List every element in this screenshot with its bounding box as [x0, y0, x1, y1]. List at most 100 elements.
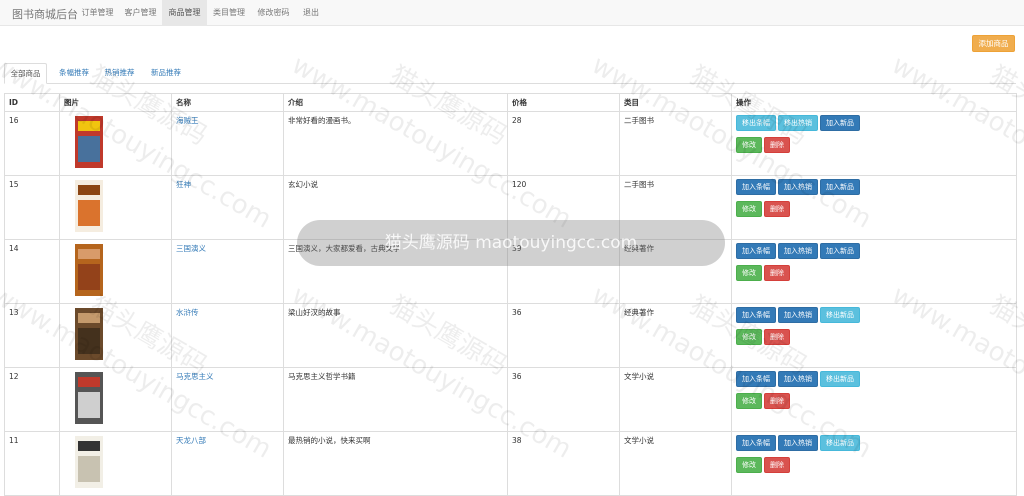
products-table: ID 图片 名称 介绍 价格 类目 操作 16海贼王非常好看的漫画书。28二手图… [4, 93, 1017, 496]
cover-illustration [78, 392, 100, 418]
cover-title-band [78, 313, 100, 323]
header-intro: 介绍 [284, 94, 508, 112]
cell-actions: 加入条幅加入热销加入新品修改删除 [732, 240, 1017, 304]
recommend-button[interactable]: 加入条幅 [736, 179, 776, 195]
product-name-link[interactable]: 狂神 [176, 180, 191, 189]
brand-title[interactable]: 图书商城后台 [12, 6, 78, 22]
recommend-button[interactable]: 加入条幅 [736, 243, 776, 259]
nav-customers[interactable]: 客户管理 [119, 0, 162, 25]
delete-button[interactable]: 删除 [764, 329, 790, 345]
add-product-button[interactable]: 添加商品 [972, 35, 1015, 52]
table-row: 11天龙八部最热销的小说，快来买啊38文学小说加入条幅加入热销移出新品修改删除 [5, 432, 1017, 496]
cell-actions: 加入条幅加入热销移出新品修改删除 [732, 304, 1017, 368]
cover-illustration [78, 200, 100, 226]
delete-button[interactable]: 删除 [764, 201, 790, 217]
cover-illustration [78, 456, 100, 482]
product-name-link[interactable]: 天龙八部 [176, 436, 206, 445]
cell-image [60, 112, 172, 176]
recommend-button[interactable]: 加入热销 [778, 179, 818, 195]
header-name: 名称 [172, 94, 284, 112]
header-category: 类目 [620, 94, 732, 112]
table-row: 13水浒传梁山好汉的故事36经典著作加入条幅加入热销移出新品修改删除 [5, 304, 1017, 368]
cell-category: 文学小说 [620, 368, 732, 432]
cell-image [60, 176, 172, 240]
cell-image [60, 432, 172, 496]
product-name-link[interactable]: 三国演义 [176, 244, 206, 253]
recommend-button[interactable]: 加入新品 [820, 179, 860, 195]
product-name-link[interactable]: 水浒传 [176, 308, 199, 317]
table-row: 16海贼王非常好看的漫画书。28二手图书移出条幅移出热销加入新品修改删除 [5, 112, 1017, 176]
cell-name: 马克思主义 [172, 368, 284, 432]
nav-products[interactable]: 商品管理 [162, 0, 207, 25]
cell-id: 11 [5, 432, 60, 496]
recommend-button[interactable]: 加入热销 [778, 435, 818, 451]
edit-button[interactable]: 修改 [736, 265, 762, 281]
recommend-button[interactable]: 加入热销 [778, 243, 818, 259]
watermark-pill: 猫头鹰源码 maotouyingcc.com [297, 220, 725, 266]
cell-name: 三国演义 [172, 240, 284, 304]
cell-price: 36 [508, 368, 620, 432]
nav-change-password[interactable]: 修改密码 [251, 0, 296, 25]
table-header-row: ID 图片 名称 介绍 价格 类目 操作 [5, 94, 1017, 112]
recommend-button[interactable]: 加入条幅 [736, 371, 776, 387]
nav-logout[interactable]: 退出 [296, 0, 326, 25]
cell-actions: 加入条幅加入热销移出新品修改删除 [732, 368, 1017, 432]
cell-id: 13 [5, 304, 60, 368]
delete-button[interactable]: 删除 [764, 265, 790, 281]
recommend-button[interactable]: 移出新品 [820, 371, 860, 387]
product-name-link[interactable]: 马克思主义 [176, 372, 214, 381]
book-cover-image [67, 180, 107, 232]
recommend-button[interactable]: 加入条幅 [736, 307, 776, 323]
tab-all-products[interactable]: 全部商品 [4, 63, 47, 84]
header-actions: 操作 [732, 94, 1017, 112]
recommend-button[interactable]: 加入新品 [820, 243, 860, 259]
cell-name: 天龙八部 [172, 432, 284, 496]
cell-price: 36 [508, 304, 620, 368]
edit-button[interactable]: 修改 [736, 393, 762, 409]
edit-button[interactable]: 修改 [736, 137, 762, 153]
edit-button[interactable]: 修改 [736, 201, 762, 217]
cell-actions: 加入条幅加入热销加入新品修改删除 [732, 176, 1017, 240]
cell-category: 文学小说 [620, 432, 732, 496]
cell-category: 二手图书 [620, 112, 732, 176]
cell-name: 水浒传 [172, 304, 284, 368]
recommend-button[interactable]: 移出热销 [778, 115, 818, 131]
recommend-button[interactable]: 加入热销 [778, 307, 818, 323]
cell-actions: 移出条幅移出热销加入新品修改删除 [732, 112, 1017, 176]
edit-button[interactable]: 修改 [736, 457, 762, 473]
cell-name: 狂神 [172, 176, 284, 240]
cover-title-band [78, 249, 100, 259]
recommend-button[interactable]: 移出新品 [820, 435, 860, 451]
header-image: 图片 [60, 94, 172, 112]
delete-button[interactable]: 删除 [764, 137, 790, 153]
recommend-button[interactable]: 移出条幅 [736, 115, 776, 131]
cover-title-band [78, 185, 100, 195]
cell-id: 12 [5, 368, 60, 432]
cell-actions: 加入条幅加入热销移出新品修改删除 [732, 432, 1017, 496]
cell-price: 38 [508, 432, 620, 496]
nav-categories[interactable]: 类目管理 [207, 0, 251, 25]
recommend-button[interactable]: 加入热销 [778, 371, 818, 387]
nav-orders[interactable]: 订单管理 [76, 0, 119, 25]
cover-illustration [78, 264, 100, 290]
cell-name: 海贼王 [172, 112, 284, 176]
cell-intro: 马克思主义哲学书籍 [284, 368, 508, 432]
cell-id: 15 [5, 176, 60, 240]
cover-illustration [78, 136, 100, 162]
recommend-button[interactable]: 移出新品 [820, 307, 860, 323]
delete-button[interactable]: 删除 [764, 457, 790, 473]
product-name-link[interactable]: 海贼王 [176, 116, 199, 125]
header-id: ID [5, 94, 60, 112]
edit-button[interactable]: 修改 [736, 329, 762, 345]
recommend-button[interactable]: 加入新品 [820, 115, 860, 131]
tab-banner[interactable]: 条幅推荐 [52, 63, 96, 83]
cell-image [60, 240, 172, 304]
book-cover-image [67, 308, 107, 360]
delete-button[interactable]: 删除 [764, 393, 790, 409]
top-navbar: 图书商城后台 订单管理 客户管理 商品管理 类目管理 修改密码 退出 [0, 0, 1024, 26]
table-row: 12 马克思主义 马克思主义哲学书籍36文学小说加入条幅加入热销移出新品修改删除 [5, 368, 1017, 432]
tab-new[interactable]: 新品推荐 [144, 63, 188, 83]
recommend-button[interactable]: 加入条幅 [736, 435, 776, 451]
tab-hot[interactable]: 热销推荐 [97, 63, 142, 83]
book-cover-image [67, 244, 107, 296]
